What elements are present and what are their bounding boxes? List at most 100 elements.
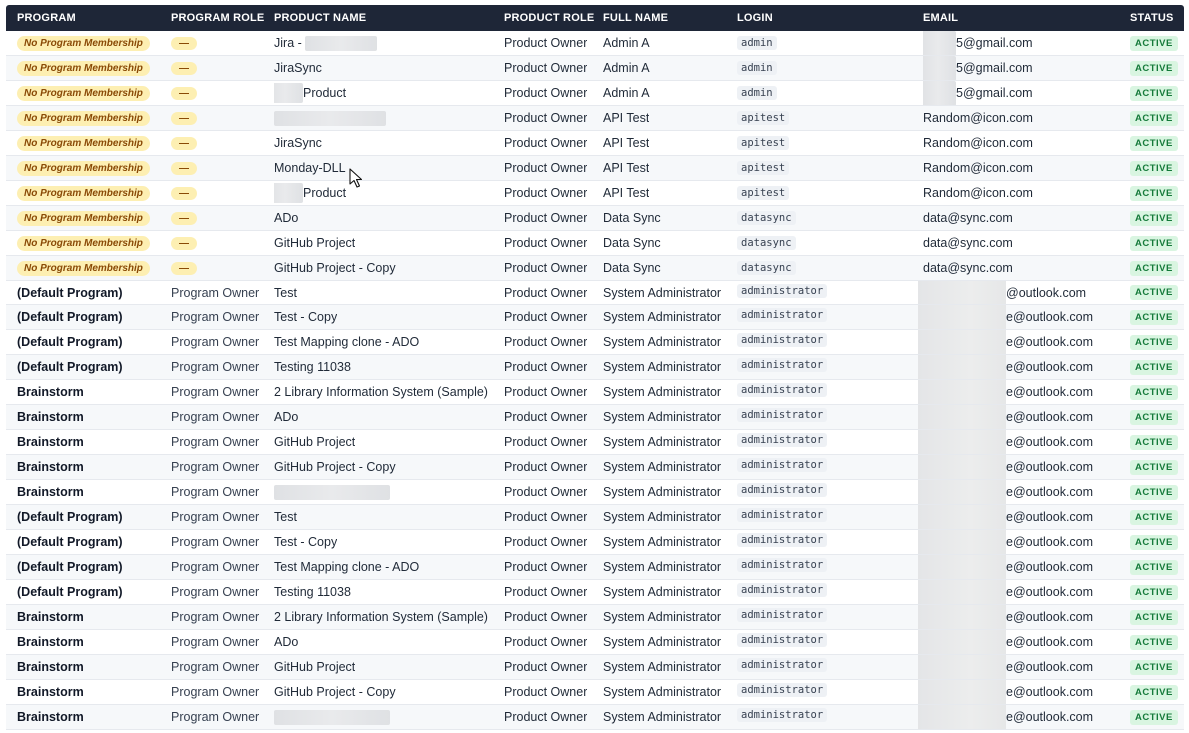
table-row[interactable]: Brainstorm Program Owner ADo Product Owner S… — [6, 405, 1184, 430]
email-text: e@outlook.com — [1006, 335, 1094, 349]
column-header-login[interactable]: LOGIN — [737, 5, 773, 31]
product-name[interactable]: Testing 11038 — [274, 360, 351, 374]
table-row[interactable]: (Default Program) Program Owner Test - Cop… — [6, 305, 1184, 330]
program-role-text: Program Owner — [171, 435, 260, 449]
product-name[interactable]: Testing 11038 — [274, 585, 351, 599]
status-cell: ACTIVE — [1130, 405, 1178, 429]
table-row[interactable]: No Program Membership — Product Product Own… — [6, 81, 1184, 106]
product-name[interactable]: ADo — [274, 635, 298, 649]
product-name[interactable]: Monday-DLL — [274, 161, 346, 175]
table-row[interactable]: No Program Membership — Monday-DLL Product … — [6, 156, 1184, 181]
table-row[interactable]: No Program Membership — JiraSync Product Ow… — [6, 131, 1184, 156]
product-name[interactable]: JiraSync — [274, 61, 322, 75]
product-name[interactable]: Product — [303, 186, 346, 200]
full-name-cell: API Test — [603, 156, 649, 180]
table-row[interactable]: No Program Membership — GitHub Project Prod… — [6, 231, 1184, 256]
product-name[interactable]: JiraSync — [274, 136, 322, 150]
login-code: administrator — [737, 358, 828, 372]
table-row[interactable]: (Default Program) Program Owner Test Mappi… — [6, 555, 1184, 580]
product-role-text: Product Owner — [504, 460, 588, 474]
table-row[interactable]: (Default Program) Program Owner Test Produc… — [6, 281, 1184, 305]
login-code: administrator — [737, 408, 828, 422]
table-row[interactable]: (Default Program) Program Owner Testing 11… — [6, 580, 1184, 605]
redacted-email-prefix — [923, 31, 956, 55]
product-name[interactable]: ADo — [274, 410, 298, 424]
column-header-full-name[interactable]: FULL NAME — [603, 5, 668, 31]
table-row[interactable]: No Program Membership — GitHub Project - C… — [6, 256, 1184, 281]
table-row[interactable]: No Program Membership — ADo Product Owner Da… — [6, 206, 1184, 231]
status-cell: ACTIVE — [1130, 231, 1178, 255]
product-name[interactable]: Test — [274, 286, 297, 300]
redacted-email-prefix — [918, 655, 1006, 679]
table-row[interactable]: Brainstorm Program Owner Product Owner Syst… — [6, 705, 1184, 730]
column-header-program-role[interactable]: PROGRAM ROLE — [171, 5, 264, 31]
table-row[interactable]: Brainstorm Program Owner 2 Library Informa… — [6, 380, 1184, 405]
users-products-table: PROGRAM PROGRAM ROLE PRODUCT NAME PRODUC… — [6, 5, 1184, 730]
product-name[interactable]: GitHub Project - Copy — [274, 460, 396, 474]
product-name[interactable]: Jira - — [274, 36, 302, 50]
table-row[interactable]: Brainstorm Program Owner GitHub Project Pro… — [6, 430, 1184, 455]
table-row[interactable]: Brainstorm Program Owner GitHub Project - … — [6, 455, 1184, 480]
login-code: administrator — [737, 308, 828, 322]
product-name[interactable]: Test - Copy — [274, 310, 337, 324]
full-name-text: API Test — [603, 186, 650, 200]
product-name[interactable]: Product — [303, 86, 346, 100]
email-text: e@outlook.com — [1006, 310, 1094, 324]
login-cell: administrator — [737, 655, 828, 679]
product-role-text: Product Owner — [504, 635, 588, 649]
column-header-product-name[interactable]: PRODUCT NAME — [274, 5, 366, 31]
login-code: datasync — [737, 236, 796, 250]
product-role-text: Product Owner — [504, 285, 588, 300]
table-row[interactable]: No Program Membership — Product Product Own… — [6, 181, 1184, 206]
product-name[interactable]: 2 Library Information System (Sample) — [274, 610, 488, 624]
full-name-cell: System Administrator — [603, 330, 721, 354]
column-header-status[interactable]: STATUS — [1130, 5, 1174, 31]
table-row[interactable]: (Default Program) Program Owner Test Produc… — [6, 505, 1184, 530]
product-name[interactable]: Test Mapping clone - ADO — [274, 335, 419, 349]
table-row[interactable]: (Default Program) Program Owner Testing 11… — [6, 355, 1184, 380]
email-cell: @outlook.com — [1006, 281, 1086, 304]
program-role-cell: Program Owner — [171, 305, 259, 329]
column-header-program[interactable]: PROGRAM — [17, 5, 76, 31]
program-cell: Brainstorm — [17, 705, 84, 729]
product-name[interactable]: Test Mapping clone - ADO — [274, 560, 419, 574]
product-name[interactable]: GitHub Project - Copy — [274, 685, 396, 699]
product-name[interactable]: GitHub Project — [274, 660, 355, 674]
product-role-text: Product Owner — [504, 236, 588, 250]
table-row[interactable]: No Program Membership — JiraSync Product Ow… — [6, 56, 1184, 81]
no-membership-badge: No Program Membership — [17, 235, 150, 251]
login-code: administrator — [737, 583, 828, 597]
no-membership-badge: No Program Membership — [17, 210, 150, 226]
full-name-text: API Test — [603, 136, 650, 150]
product-name[interactable]: GitHub Project — [274, 435, 355, 449]
column-header-product-role[interactable]: PRODUCT ROLE — [504, 5, 594, 31]
table-row[interactable]: No Program Membership — Product Owner API T… — [6, 106, 1184, 131]
status-cell: ACTIVE — [1130, 680, 1178, 704]
product-name[interactable]: GitHub Project - Copy — [274, 261, 396, 275]
column-header-email[interactable]: EMAIL — [923, 5, 958, 31]
login-cell: apitest — [737, 131, 790, 155]
product-role-text: Product Owner — [504, 435, 588, 449]
product-name[interactable]: ADo — [274, 211, 298, 225]
full-name-cell: System Administrator — [603, 580, 721, 604]
table-row[interactable]: (Default Program) Program Owner Test Mappi… — [6, 330, 1184, 355]
table-row[interactable]: Brainstorm Program Owner Product Owner Syst… — [6, 480, 1184, 505]
product-name[interactable]: GitHub Project — [274, 236, 355, 250]
product-role-text: Product Owner — [504, 111, 588, 125]
product-name[interactable]: Test — [274, 510, 297, 524]
product-name[interactable]: Test - Copy — [274, 535, 337, 549]
status-cell: ACTIVE — [1130, 630, 1178, 654]
product-name[interactable]: 2 Library Information System (Sample) — [274, 385, 488, 399]
full-name-cell: System Administrator — [603, 430, 721, 454]
redacted-email-prefix — [918, 355, 1006, 379]
table-row[interactable]: No Program Membership — Jira - Product Owne… — [6, 31, 1184, 56]
full-name-cell: System Administrator — [603, 630, 721, 654]
table-row[interactable]: (Default Program) Program Owner Test - Cop… — [6, 530, 1184, 555]
product-name-cell: Test Mapping clone - ADO — [274, 555, 419, 579]
table-row[interactable]: Brainstorm Program Owner 2 Library Informa… — [6, 605, 1184, 630]
table-row[interactable]: Brainstorm Program Owner GitHub Project Pro… — [6, 655, 1184, 680]
table-row[interactable]: Brainstorm Program Owner GitHub Project - … — [6, 680, 1184, 705]
table-row[interactable]: Brainstorm Program Owner ADo Product Owner S… — [6, 630, 1184, 655]
program-name: (Default Program) — [17, 560, 123, 574]
full-name-text: API Test — [603, 161, 650, 175]
